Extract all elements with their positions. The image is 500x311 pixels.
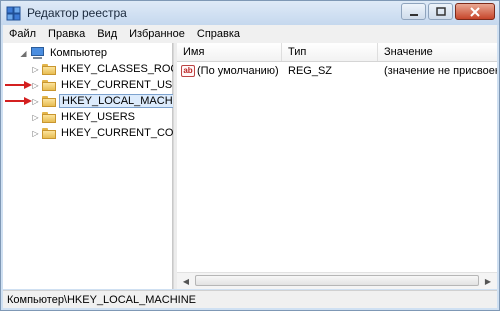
menu-help[interactable]: Справка — [191, 28, 246, 40]
maximize-button[interactable] — [428, 3, 453, 20]
maximize-icon — [435, 6, 446, 16]
value-name: (По умолчанию) — [197, 65, 279, 77]
folder-icon — [42, 95, 56, 107]
value-name-cell: ab (По умолчанию) — [177, 65, 282, 77]
tree-item-label: HKEY_CURRENT_USER — [61, 79, 188, 91]
scroll-right-icon[interactable]: ▶ — [481, 275, 495, 287]
window-title: Редактор реестра — [27, 6, 127, 20]
minimize-button[interactable] — [401, 3, 426, 20]
red-arrow-icon — [5, 81, 32, 89]
window-controls — [399, 3, 495, 21]
scroll-left-icon[interactable]: ◀ — [179, 275, 193, 287]
collapse-arrow-icon[interactable]: ◢ — [19, 45, 28, 61]
menu-favorites[interactable]: Избранное — [123, 28, 191, 40]
registry-editor-window: Редактор реестра Файл Правка Вид Избранн… — [0, 0, 500, 311]
expand-arrow-icon[interactable]: ▷ — [31, 109, 40, 125]
expand-arrow-icon[interactable]: ▷ — [31, 61, 40, 77]
computer-icon — [30, 46, 45, 60]
folder-icon — [42, 127, 56, 139]
tree-item-hkey-classes-root[interactable]: ▷ HKEY_CLASSES_ROOT — [31, 61, 188, 77]
string-value-icon: ab — [181, 65, 195, 77]
client-area: ◢ Компьютер ▷ HKEY_CLASSES_ROOT ▷ HKEY_C… — [3, 43, 497, 289]
folder-icon — [42, 79, 56, 91]
status-bar: Компьютер\HKEY_LOCAL_MACHINE — [3, 290, 497, 308]
red-arrow-icon — [5, 97, 32, 105]
regedit-app-icon — [6, 6, 21, 21]
tree-item-hkey-local-machine[interactable]: ▷ HKEY_LOCAL_MACHINE — [31, 93, 194, 109]
title-bar[interactable]: Редактор реестра — [1, 1, 499, 25]
expand-arrow-icon[interactable]: ▷ — [31, 125, 40, 141]
list-item[interactable]: ab (По умолчанию) REG_SZ (значение не пр… — [177, 63, 497, 79]
close-button[interactable] — [455, 3, 495, 20]
tree-root-label: Компьютер — [50, 47, 107, 59]
values-list[interactable]: Имя Тип Значение ab (По умолчанию) REG_S… — [177, 43, 497, 289]
value-data: (значение не присвоено) — [384, 65, 497, 77]
column-header-value[interactable]: Значение — [378, 43, 497, 61]
scrollbar-thumb[interactable] — [195, 275, 479, 286]
tree-item-hkey-users[interactable]: ▷ HKEY_USERS — [31, 109, 137, 125]
menu-bar: Файл Правка Вид Избранное Справка — [3, 25, 497, 43]
folder-icon — [42, 63, 56, 75]
menu-edit[interactable]: Правка — [42, 28, 91, 40]
menu-file[interactable]: Файл — [3, 28, 42, 40]
registry-tree[interactable]: ◢ Компьютер ▷ HKEY_CLASSES_ROOT ▷ HKEY_C… — [3, 43, 200, 289]
folder-icon — [42, 111, 56, 123]
column-header-type[interactable]: Тип — [282, 43, 378, 61]
minimize-icon — [409, 13, 418, 16]
horizontal-scrollbar[interactable]: ◀ ▶ — [177, 272, 497, 289]
tree-item-label: HKEY_USERS — [61, 111, 135, 123]
column-header-name[interactable]: Имя — [177, 43, 282, 61]
tree-root-computer[interactable]: ◢ Компьютер — [19, 45, 109, 61]
status-path: Компьютер\HKEY_LOCAL_MACHINE — [7, 293, 196, 306]
value-type: REG_SZ — [288, 65, 333, 77]
tree-item-label: HKEY_CLASSES_ROOT — [61, 63, 186, 75]
close-icon — [470, 6, 480, 17]
tree-item-hkey-current-user[interactable]: ▷ HKEY_CURRENT_USER — [31, 77, 190, 93]
menu-view[interactable]: Вид — [91, 28, 123, 40]
list-header: Имя Тип Значение — [177, 43, 497, 62]
